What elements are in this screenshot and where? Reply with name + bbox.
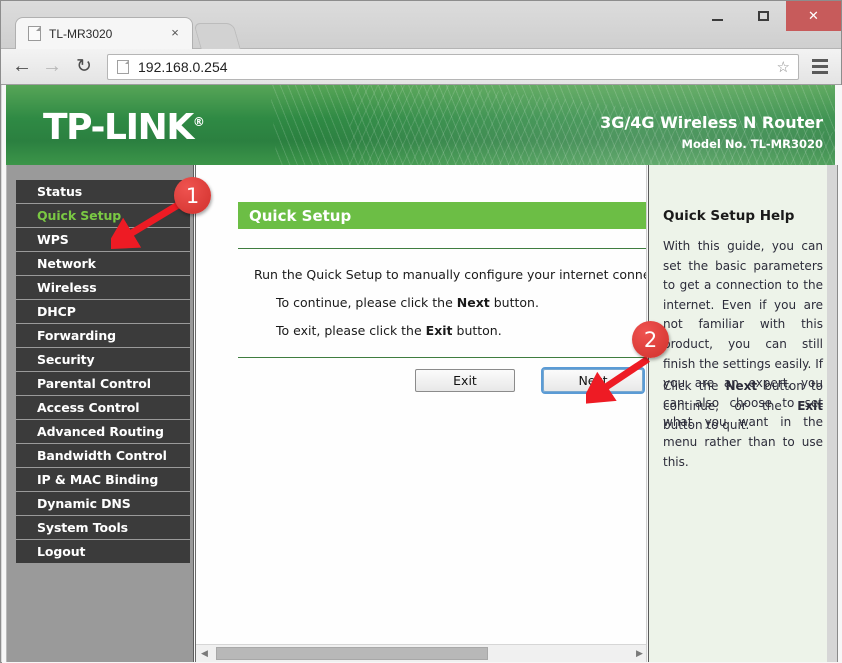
sidebar-item-wireless[interactable]: Wireless [16,276,190,300]
sidebar-item-label: DHCP [37,304,76,319]
product-name: 3G/4G Wireless N Router [600,113,823,132]
help-paragraph-1: With this guide, you can set the basic p… [663,239,823,469]
maximize-icon [757,11,769,21]
help-paragraph-2: Click the Next button to continue, or th… [663,377,823,436]
annotation-marker-1: 1 [174,177,211,214]
browser-tab[interactable]: TL-MR3020 × [15,17,193,49]
text-pre: Click the [663,379,726,393]
sidebar-item-label: Quick Setup [37,208,122,223]
page-gutter [838,165,842,663]
exit-keyword: Exit [797,398,823,413]
window-controls: ✕ [694,1,841,31]
text-post: button. [452,323,502,338]
exit-keyword: Exit [425,323,453,338]
sidebar-item-logout[interactable]: Logout [16,540,190,564]
sidebar-item-parental-control[interactable]: Parental Control [16,372,190,396]
help-scrollbar[interactable] [827,165,837,662]
model-number: Model No. TL-MR3020 [681,137,823,151]
address-bar[interactable]: 192.168.0.254 ☆ [107,53,799,80]
sidebar-item-advanced-routing[interactable]: Advanced Routing [16,420,190,444]
tplink-logo: TP-LINK® [43,107,205,148]
sidebar-item-label: Bandwidth Control [37,448,167,463]
horizontal-scrollbar[interactable]: ◀ ▶ [196,644,646,662]
forward-icon[interactable]: → [37,52,67,82]
annotation-marker-2: 2 [632,321,669,358]
next-keyword: Next [456,295,490,310]
divider-top [238,248,646,249]
close-icon[interactable]: × [166,25,184,43]
browser-tab-title: TL-MR3020 [49,26,113,41]
sidebar-item-forwarding[interactable]: Forwarding [16,324,190,348]
sidebar-item-label: Security [37,352,95,367]
main-content-frame: Quick Setup Run the Quick Setup to manua… [195,165,647,662]
sidebar-item-label: Logout [37,544,86,559]
sidebar-item-label: Network [37,256,96,271]
text-pre: To continue, please click the [276,295,457,310]
help-panel: Quick Setup Help With this guide, you ca… [648,165,838,662]
main-content: Quick Setup Run the Quick Setup to manua… [196,165,647,644]
registered-mark-icon: ® [192,115,205,129]
sidebar-item-label: Status [37,184,83,199]
hamburger-menu-icon[interactable] [805,52,835,82]
next-keyword: Next [725,379,758,393]
scroll-left-arrow-icon[interactable]: ◀ [196,645,213,662]
instruction-line-2: To continue, please click the Next butto… [254,289,646,317]
maximize-button[interactable] [740,1,786,31]
tplink-banner: TP-LINK® 3G/4G Wireless N Router Model N… [6,85,835,165]
sidebar-item-system-tools[interactable]: System Tools [16,516,190,540]
url-text[interactable]: 192.168.0.254 [138,59,777,75]
instructions: Run the Quick Setup to manually configur… [254,261,647,345]
sidebar-item-security[interactable]: Security [16,348,190,372]
instruction-line-1: Run the Quick Setup to manually configur… [254,267,647,282]
sidebar-item-ip-mac-binding[interactable]: IP & MAC Binding [16,468,190,492]
page-icon [28,26,41,41]
scrollbar-track[interactable] [213,645,631,662]
sidebar-item-label: Forwarding [37,328,117,343]
sidebar-item-label: Parental Control [37,376,151,391]
instruction-line-3: To exit, please click the Exit button. [254,317,646,345]
logo-text: TP-LINK [43,107,194,148]
page-icon [117,59,129,74]
sidebar-item-label: WPS [37,232,69,247]
sidebar-item-label: Dynamic DNS [37,496,131,511]
exit-button[interactable]: Exit [415,369,515,392]
text-pre: To exit, please click the [276,323,426,338]
sidebar-item-label: Advanced Routing [37,424,164,439]
sidebar-item-label: Wireless [37,280,97,295]
sidebar-item-label: IP & MAC Binding [37,472,159,487]
sidebar-item-label: System Tools [37,520,128,535]
help-title: Quick Setup Help [663,208,795,224]
sidebar-item-dynamic-dns[interactable]: Dynamic DNS [16,492,190,516]
scroll-right-arrow-icon[interactable]: ▶ [631,645,646,662]
new-tab-button[interactable] [193,23,241,49]
sidebar-item-label: Access Control [37,400,140,415]
text-post: button. [489,295,539,310]
sidebar-item-access-control[interactable]: Access Control [16,396,190,420]
minimize-icon [711,19,723,21]
browser-tab-strip: TL-MR3020 × ✕ [1,1,841,49]
sidebar-item-network[interactable]: Network [16,252,190,276]
sidebar-spacer [7,165,193,180]
annotation-arrow-2 [580,353,656,410]
sidebar-item-dhcp[interactable]: DHCP [16,300,190,324]
scrollbar-thumb[interactable] [216,647,488,660]
text-post: button to quit. [663,418,750,433]
back-icon[interactable]: ← [7,52,37,82]
page-viewport: TP-LINK® 3G/4G Wireless N Router Model N… [2,85,842,663]
bookmark-star-icon[interactable]: ☆ [777,58,790,76]
reload-icon[interactable]: ↻ [69,52,99,82]
close-window-button[interactable]: ✕ [786,1,841,31]
browser-window: TL-MR3020 × ✕ ← → ↻ 192.168.0.254 ☆ TP-L… [0,0,842,663]
minimize-button[interactable] [694,1,740,31]
sidebar-item-bandwidth-control[interactable]: Bandwidth Control [16,444,190,468]
page-title: Quick Setup [238,202,646,229]
browser-toolbar: ← → ↻ 192.168.0.254 ☆ [1,49,841,85]
